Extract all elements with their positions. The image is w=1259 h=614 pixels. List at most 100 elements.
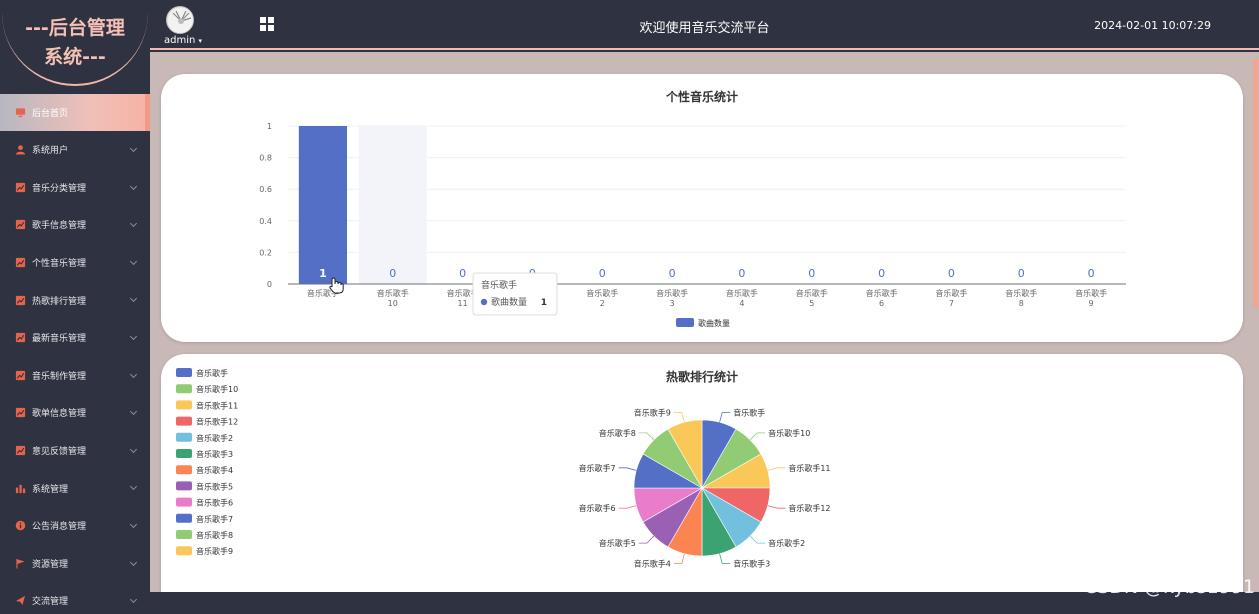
x-tick-label-part: 9 — [1089, 299, 1094, 308]
x-tick-label: 音乐歌手 3 — [656, 288, 688, 308]
chevron-down-icon — [129, 257, 138, 265]
tooltip-marker — [480, 298, 488, 306]
pie-label: 音乐歌手11 — [788, 463, 830, 473]
sidebar-item-6[interactable]: 最新音乐管理 — [0, 319, 150, 357]
sidebar-item-10[interactable]: 系统管理 — [0, 469, 150, 507]
pie-label: 音乐歌手9 — [634, 408, 671, 418]
bar[interactable] — [298, 126, 348, 284]
x-tick-label-part: 音乐歌手 — [656, 288, 688, 298]
bar-value-label: 0 — [878, 267, 885, 280]
send-icon — [14, 595, 26, 607]
sidebar-item-3[interactable]: 歌手信息管理 — [0, 206, 150, 244]
scrollbar[interactable] — [1253, 52, 1259, 592]
sidebar-item-12[interactable]: 资源管理 — [0, 545, 150, 583]
bar-value-label: 0 — [669, 267, 676, 280]
sidebar-item-13[interactable]: 交流管理 — [0, 582, 150, 614]
x-tick-label: 音乐歌手 5 — [796, 288, 828, 308]
pie-chart-card: 热歌排行统计 音乐歌手 音乐歌手10 音乐歌手11 音乐歌手12 音乐歌手2 音乐歌手3 音… — [161, 354, 1243, 592]
pie-leader-line — [749, 432, 766, 441]
pie-label: 音乐歌手7 — [579, 463, 616, 473]
pie-leader-line — [767, 505, 786, 509]
chevron-down-icon — [129, 144, 138, 153]
info-icon — [14, 520, 26, 532]
legend-swatch[interactable] — [176, 449, 192, 458]
pie-label: 音乐歌手3 — [733, 558, 770, 568]
bar-chart-icon — [14, 482, 26, 494]
pie-leader-line — [673, 412, 685, 423]
legend-label: 音乐歌手8 — [196, 530, 233, 540]
sidebar-item-7[interactable]: 音乐制作管理 — [0, 357, 150, 395]
x-tick-label: 音乐歌手 7 — [935, 288, 967, 308]
x-tick-label-part: 2 — [600, 299, 605, 308]
logo-line-2: 系统--- — [44, 46, 106, 68]
pie-label: 音乐歌手 — [733, 408, 765, 418]
pie-chart: 音乐歌手音乐歌手10音乐歌手11音乐歌手12音乐歌手2音乐歌手3音乐歌手4音乐歌… — [176, 368, 831, 568]
sidebar-item-label: 后台首页 — [32, 109, 69, 119]
legend-swatch[interactable] — [176, 416, 192, 426]
legend-swatch[interactable] — [176, 384, 192, 394]
legend-label: 音乐歌手9 — [196, 546, 233, 556]
logo: ---后台管理 系统--- — [0, 0, 150, 90]
x-tick-label-part: 3 — [670, 299, 675, 308]
sidebar-item-2[interactable]: 音乐分类管理 — [0, 169, 150, 207]
bar-value-label: 0 — [808, 267, 815, 280]
user-icon — [14, 144, 26, 156]
legend-swatch[interactable] — [176, 465, 192, 475]
sidebar-item-8[interactable]: 歌单信息管理 — [0, 394, 150, 432]
pie-label: 音乐歌手12 — [788, 503, 830, 513]
tooltip-series: 歌曲数量 — [491, 296, 527, 308]
y-tick-label: 0.4 — [259, 217, 272, 226]
pie-leader-line — [749, 535, 766, 544]
sidebar-item-4[interactable]: 个性音乐管理 — [0, 244, 150, 282]
clock: 2024-02-01 10:07:29 — [1094, 19, 1211, 32]
site-title: 欢迎使用音乐交流平台 — [639, 21, 770, 36]
sidebar-item-11[interactable]: 公告消息管理 — [0, 507, 150, 545]
y-tick-label: 0.8 — [259, 154, 272, 163]
bar-value-label: 0 — [738, 267, 745, 280]
legend-swatch[interactable] — [176, 530, 192, 539]
sidebar-item-1[interactable]: 系统用户 — [0, 131, 150, 169]
legend-swatch[interactable] — [176, 481, 192, 491]
pie-leader-line — [618, 505, 637, 509]
sidebar-menu: 后台首页系统用户 音乐分类管理 歌手信息管理 个性音乐管理 热歌排行管理 最新音乐管理 音乐… — [0, 94, 150, 614]
legend-swatch[interactable] — [676, 318, 694, 327]
legend-swatch[interactable] — [176, 546, 192, 556]
x-tick-label-part: 音乐歌手 — [1005, 288, 1037, 298]
legend-swatch[interactable] — [176, 497, 192, 507]
sidebar-item-label: 资源管理 — [32, 559, 69, 570]
pie-label: 音乐歌手2 — [768, 538, 805, 548]
sidebar-item-label: 系统管理 — [32, 484, 69, 495]
pie-leader-line — [618, 467, 637, 471]
y-tick-label: 0.2 — [259, 248, 272, 257]
sidebar-item-0[interactable]: 后台首页 — [0, 94, 150, 131]
x-tick-label-part: 音乐歌手 — [1075, 288, 1107, 298]
pie-label: 音乐歌手4 — [634, 558, 671, 568]
pie-leader-line — [638, 535, 655, 544]
sidebar-item-5[interactable]: 热歌排行管理 — [0, 281, 150, 319]
bar-value-label: 0 — [389, 267, 396, 280]
chart-icon — [14, 332, 26, 344]
legend-label: 音乐歌手7 — [196, 514, 233, 524]
legend-label: 音乐歌手6 — [196, 498, 233, 508]
legend-swatch[interactable] — [176, 513, 192, 523]
legend-swatch[interactable] — [176, 432, 192, 442]
x-tick-label: 音乐歌手 2 — [586, 288, 618, 308]
y-tick-label: 0 — [267, 280, 272, 289]
x-tick-label: 音乐歌手 10 — [377, 288, 409, 308]
chevron-down-icon — [129, 558, 138, 566]
user-menu[interactable]: admin ▾ — [164, 35, 202, 46]
scrollbar-thumb[interactable] — [1253, 58, 1258, 308]
chart-icon — [14, 181, 26, 193]
chart-icon — [14, 257, 26, 269]
chevron-down-icon — [129, 332, 138, 341]
sidebar-item-9[interactable]: 意见反馈管理 — [0, 432, 150, 470]
legend-swatch[interactable] — [176, 368, 192, 377]
chevron-down-icon — [129, 220, 138, 228]
legend-label: 音乐歌手3 — [196, 449, 233, 459]
x-tick-label-part: 6 — [879, 299, 884, 308]
y-tick-label: 0.6 — [259, 185, 272, 194]
x-tick-label-part: 7 — [949, 299, 954, 308]
x-tick-label-part: 音乐歌手 — [377, 288, 409, 298]
legend-swatch[interactable] — [176, 400, 192, 410]
sidebar-item-label: 歌单信息管理 — [32, 409, 87, 420]
